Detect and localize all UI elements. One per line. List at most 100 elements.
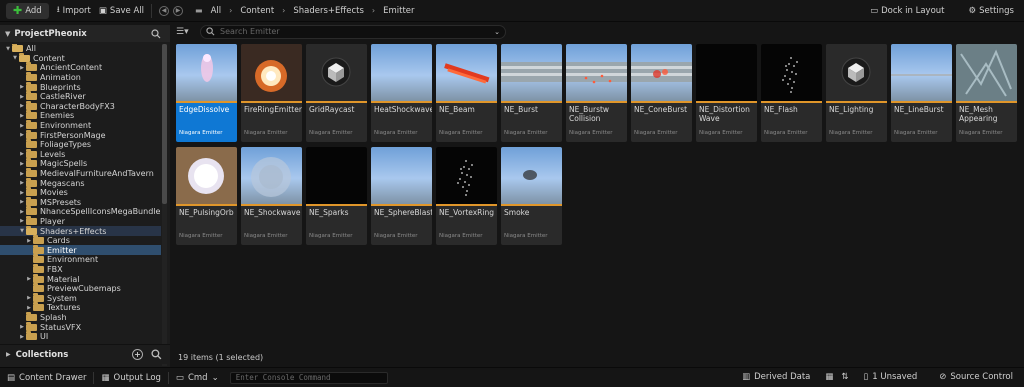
asset-tile[interactable]: NE_PulsingOrb Niagara Emitter [176,147,237,245]
tree-item[interactable]: ▶ Blueprints [0,81,161,92]
asset-tile[interactable]: NE_VortexRing Niagara Emitter [436,147,497,245]
chevron-right-icon[interactable]: ▶ [18,218,26,224]
import-button[interactable]: ⭳ Import [53,3,95,19]
asset-tile[interactable]: NE_Burstw Collision Niagara Emitter [566,44,627,142]
chevron-right-icon[interactable]: ▶ [25,295,33,301]
tree-item[interactable]: ▶ StatusVFX [0,321,161,332]
tree-item[interactable]: ▶ Environment [0,120,161,131]
search-icon[interactable] [151,29,161,39]
tree-item[interactable]: Splash [0,311,161,323]
tree-item[interactable]: FBX [0,263,161,275]
asset-tile[interactable]: NE_SphereBlast Niagara Emitter [371,147,432,245]
chevron-right-icon[interactable]: ▶ [18,103,26,109]
add-collection-icon[interactable]: + [132,349,143,360]
tree-item[interactable]: Animation [0,72,161,83]
console-input[interactable] [235,373,387,382]
output-log-button[interactable]: ▦ Output Log [94,373,167,383]
tree-item[interactable]: Environment [0,254,161,265]
chevron-right-icon[interactable]: ▶ [25,276,33,282]
asset-tile[interactable]: FireRingEmitter Niagara Emitter [241,44,302,142]
chevron-down-icon[interactable]: ⌄ [494,28,500,36]
tree-item[interactable]: ▶ CastleRiver [0,91,161,102]
tree-item[interactable]: ▶ Material [0,273,161,284]
sort-icon[interactable]: ⇅ [841,372,848,382]
chevron-right-icon[interactable]: ▶ [25,305,33,311]
chevron-right-icon[interactable]: ▶ [6,351,11,358]
chevron-right-icon[interactable]: ▶ [18,161,26,167]
tree-item[interactable]: ▶ FirstPersonMage [0,129,161,140]
chevron-down-icon[interactable]: ▼ [4,46,12,52]
settings-button[interactable]: ⚙ Settings [965,3,1019,19]
tree-item[interactable]: ▶ MagicSpells [0,158,161,169]
tree-item[interactable]: Emitter [0,244,161,256]
tree-item[interactable]: ▶ CharacterBodyFX3 [0,100,161,112]
asset-tile[interactable]: NE_Shockwave Niagara Emitter [241,147,302,245]
sidebar-scrollbar[interactable] [162,44,167,366]
derived-data-button[interactable]: ▥ Derived Data [735,372,817,382]
tree-item[interactable]: ▼ Shaders+Effects [0,225,161,236]
asset-tile[interactable]: NE_Flash Niagara Emitter [761,44,822,142]
revision-icon[interactable]: ▦ [825,372,833,382]
breadcrumb-all[interactable]: All [207,6,226,16]
breadcrumb-shaders-effects[interactable]: Shaders+Effects [289,6,368,16]
asset-tile[interactable]: NE_ConeBurst Niagara Emitter [631,44,692,142]
chevron-down-icon[interactable]: ▼ [18,228,26,234]
tree-item[interactable]: ▶ Player [0,215,161,227]
tree-item[interactable]: ▶ MedievalFurnitureAndTavern [0,168,161,179]
chevron-down-icon[interactable]: ▼ [5,30,10,38]
tree-item[interactable]: ▶ MSPresets [0,196,161,208]
chevron-right-icon[interactable]: ▶ [18,94,26,100]
tree-item[interactable]: ▶ Cards [0,235,161,246]
tree-item[interactable]: ▶ NhanceSpellIconsMegaBundle [0,206,161,217]
asset-tile[interactable]: NE_Beam Niagara Emitter [436,44,497,142]
chevron-right-icon[interactable]: › [225,6,236,15]
tree-item[interactable]: ▶ Movies [0,187,161,198]
breadcrumb-emitter[interactable]: Emitter [379,6,418,16]
chevron-right-icon[interactable]: › [368,6,379,15]
tree-item[interactable]: ▶ Enemies [0,110,161,121]
forward-icon[interactable]: ▶ [173,5,184,16]
tree-item[interactable]: ▶ AncientContent [0,62,161,73]
asset-tile[interactable]: NE_Distortion Wave Niagara Emitter [696,44,757,142]
asset-tile[interactable]: GridRaycast Niagara Emitter [306,44,367,142]
chevron-right-icon[interactable]: ▶ [18,132,26,138]
chevron-right-icon[interactable]: ▶ [18,123,26,129]
tree-item[interactable]: ▶ Textures [0,302,161,313]
chevron-right-icon[interactable]: › [278,6,289,15]
chevron-right-icon[interactable]: ▶ [18,190,26,196]
breadcrumb-content[interactable]: Content [236,6,278,16]
chevron-right-icon[interactable]: ▶ [18,65,26,71]
filter-icon[interactable]: ☰▾ [176,27,200,37]
chevron-right-icon[interactable]: ▶ [18,180,26,186]
chevron-right-icon[interactable]: ▶ [25,238,33,244]
asset-tile[interactable]: NE_Lighting Niagara Emitter [826,44,887,142]
chevron-right-icon[interactable]: ▶ [18,84,26,90]
chevron-right-icon[interactable]: ▶ [18,324,26,330]
add-button[interactable]: ✚ Add [6,2,49,19]
save-all-button[interactable]: ▣ Save All [95,3,148,19]
search-icon[interactable] [151,349,162,360]
tree-item[interactable]: PreviewCubemaps [0,283,161,294]
search-box[interactable]: ⌄ [200,24,506,39]
asset-tile[interactable]: EdgeDissolve Niagara Emitter [176,44,237,142]
search-input[interactable] [220,27,490,36]
scrollbar-thumb[interactable] [162,44,167,204]
chevron-right-icon[interactable]: ▶ [18,334,26,340]
asset-tile[interactable]: NE_LineBurst Niagara Emitter [891,44,952,142]
chevron-right-icon[interactable]: ▶ [18,171,26,177]
source-control-button[interactable]: ⊘ Source Control [932,372,1020,382]
cmd-dropdown[interactable]: ▭ Cmd ⌄ [169,373,226,383]
tree-item[interactable]: ▼ Content [0,52,161,64]
tree-item[interactable]: ▼ All [0,44,161,54]
asset-tile[interactable]: Smoke Niagara Emitter [501,147,562,245]
tree-item[interactable]: ▶ System [0,292,161,303]
tree-item[interactable]: ▶ Levels [0,148,161,160]
chevron-down-icon[interactable]: ▼ [11,55,19,61]
asset-tile[interactable]: NE_Burst Niagara Emitter [501,44,562,142]
chevron-right-icon[interactable]: ▶ [18,151,26,157]
asset-tile[interactable]: NE_Sparks Niagara Emitter [306,147,367,245]
chevron-right-icon[interactable]: ▶ [18,199,26,205]
asset-tile[interactable]: NE_Mesh Appearing Niagara Emitter [956,44,1017,142]
tree-item[interactable]: ▶ Megascans [0,177,161,188]
chevron-right-icon[interactable]: ▶ [18,209,26,215]
